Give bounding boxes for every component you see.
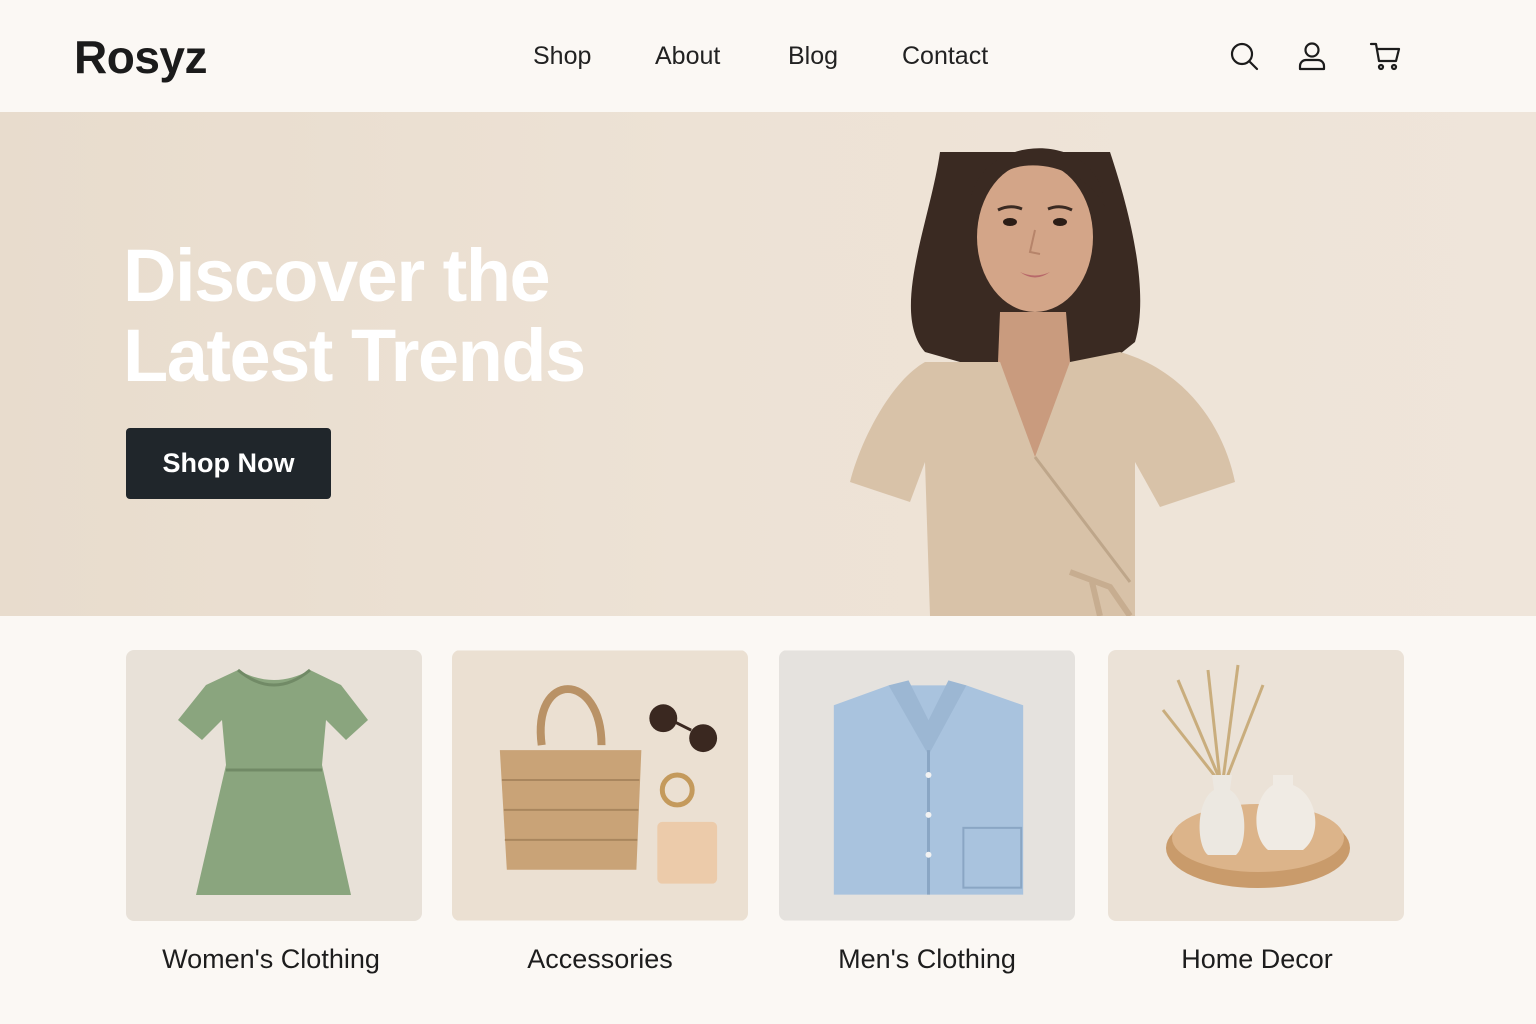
hero-model-image (850, 148, 1235, 616)
category-card-mens[interactable] (779, 650, 1075, 921)
accessories-image (452, 650, 748, 921)
category-card-womens[interactable] (126, 650, 422, 921)
search-icon[interactable] (1226, 36, 1262, 76)
nav-about[interactable]: About (655, 42, 720, 71)
category-label-womens[interactable]: Women's Clothing (121, 944, 421, 975)
denim-shirt-image (779, 650, 1075, 921)
nav-shop[interactable]: Shop (533, 42, 591, 71)
site-header: Rosyz Shop About Blog Contact (0, 0, 1536, 112)
nav-blog[interactable]: Blog (788, 42, 838, 71)
category-label-home[interactable]: Home Decor (1107, 944, 1407, 975)
category-label-accessories[interactable]: Accessories (450, 944, 750, 975)
shop-now-button[interactable]: Shop Now (126, 428, 331, 499)
category-label-mens[interactable]: Men's Clothing (777, 944, 1077, 975)
hero-title-line1: Discover the (123, 234, 551, 317)
home-decor-image (1108, 650, 1404, 921)
cart-icon[interactable] (1367, 36, 1403, 76)
category-card-home[interactable] (1108, 650, 1404, 921)
hero-banner: Discover the Latest Trends Shop Now (0, 112, 1536, 616)
nav-contact[interactable]: Contact (902, 42, 988, 71)
green-dress-image (126, 650, 422, 921)
hero-title: Discover the Latest Trends (123, 236, 683, 396)
category-card-accessories[interactable] (452, 650, 748, 921)
hero-title-line2: Latest Trends (123, 314, 586, 397)
user-icon[interactable] (1294, 36, 1330, 76)
